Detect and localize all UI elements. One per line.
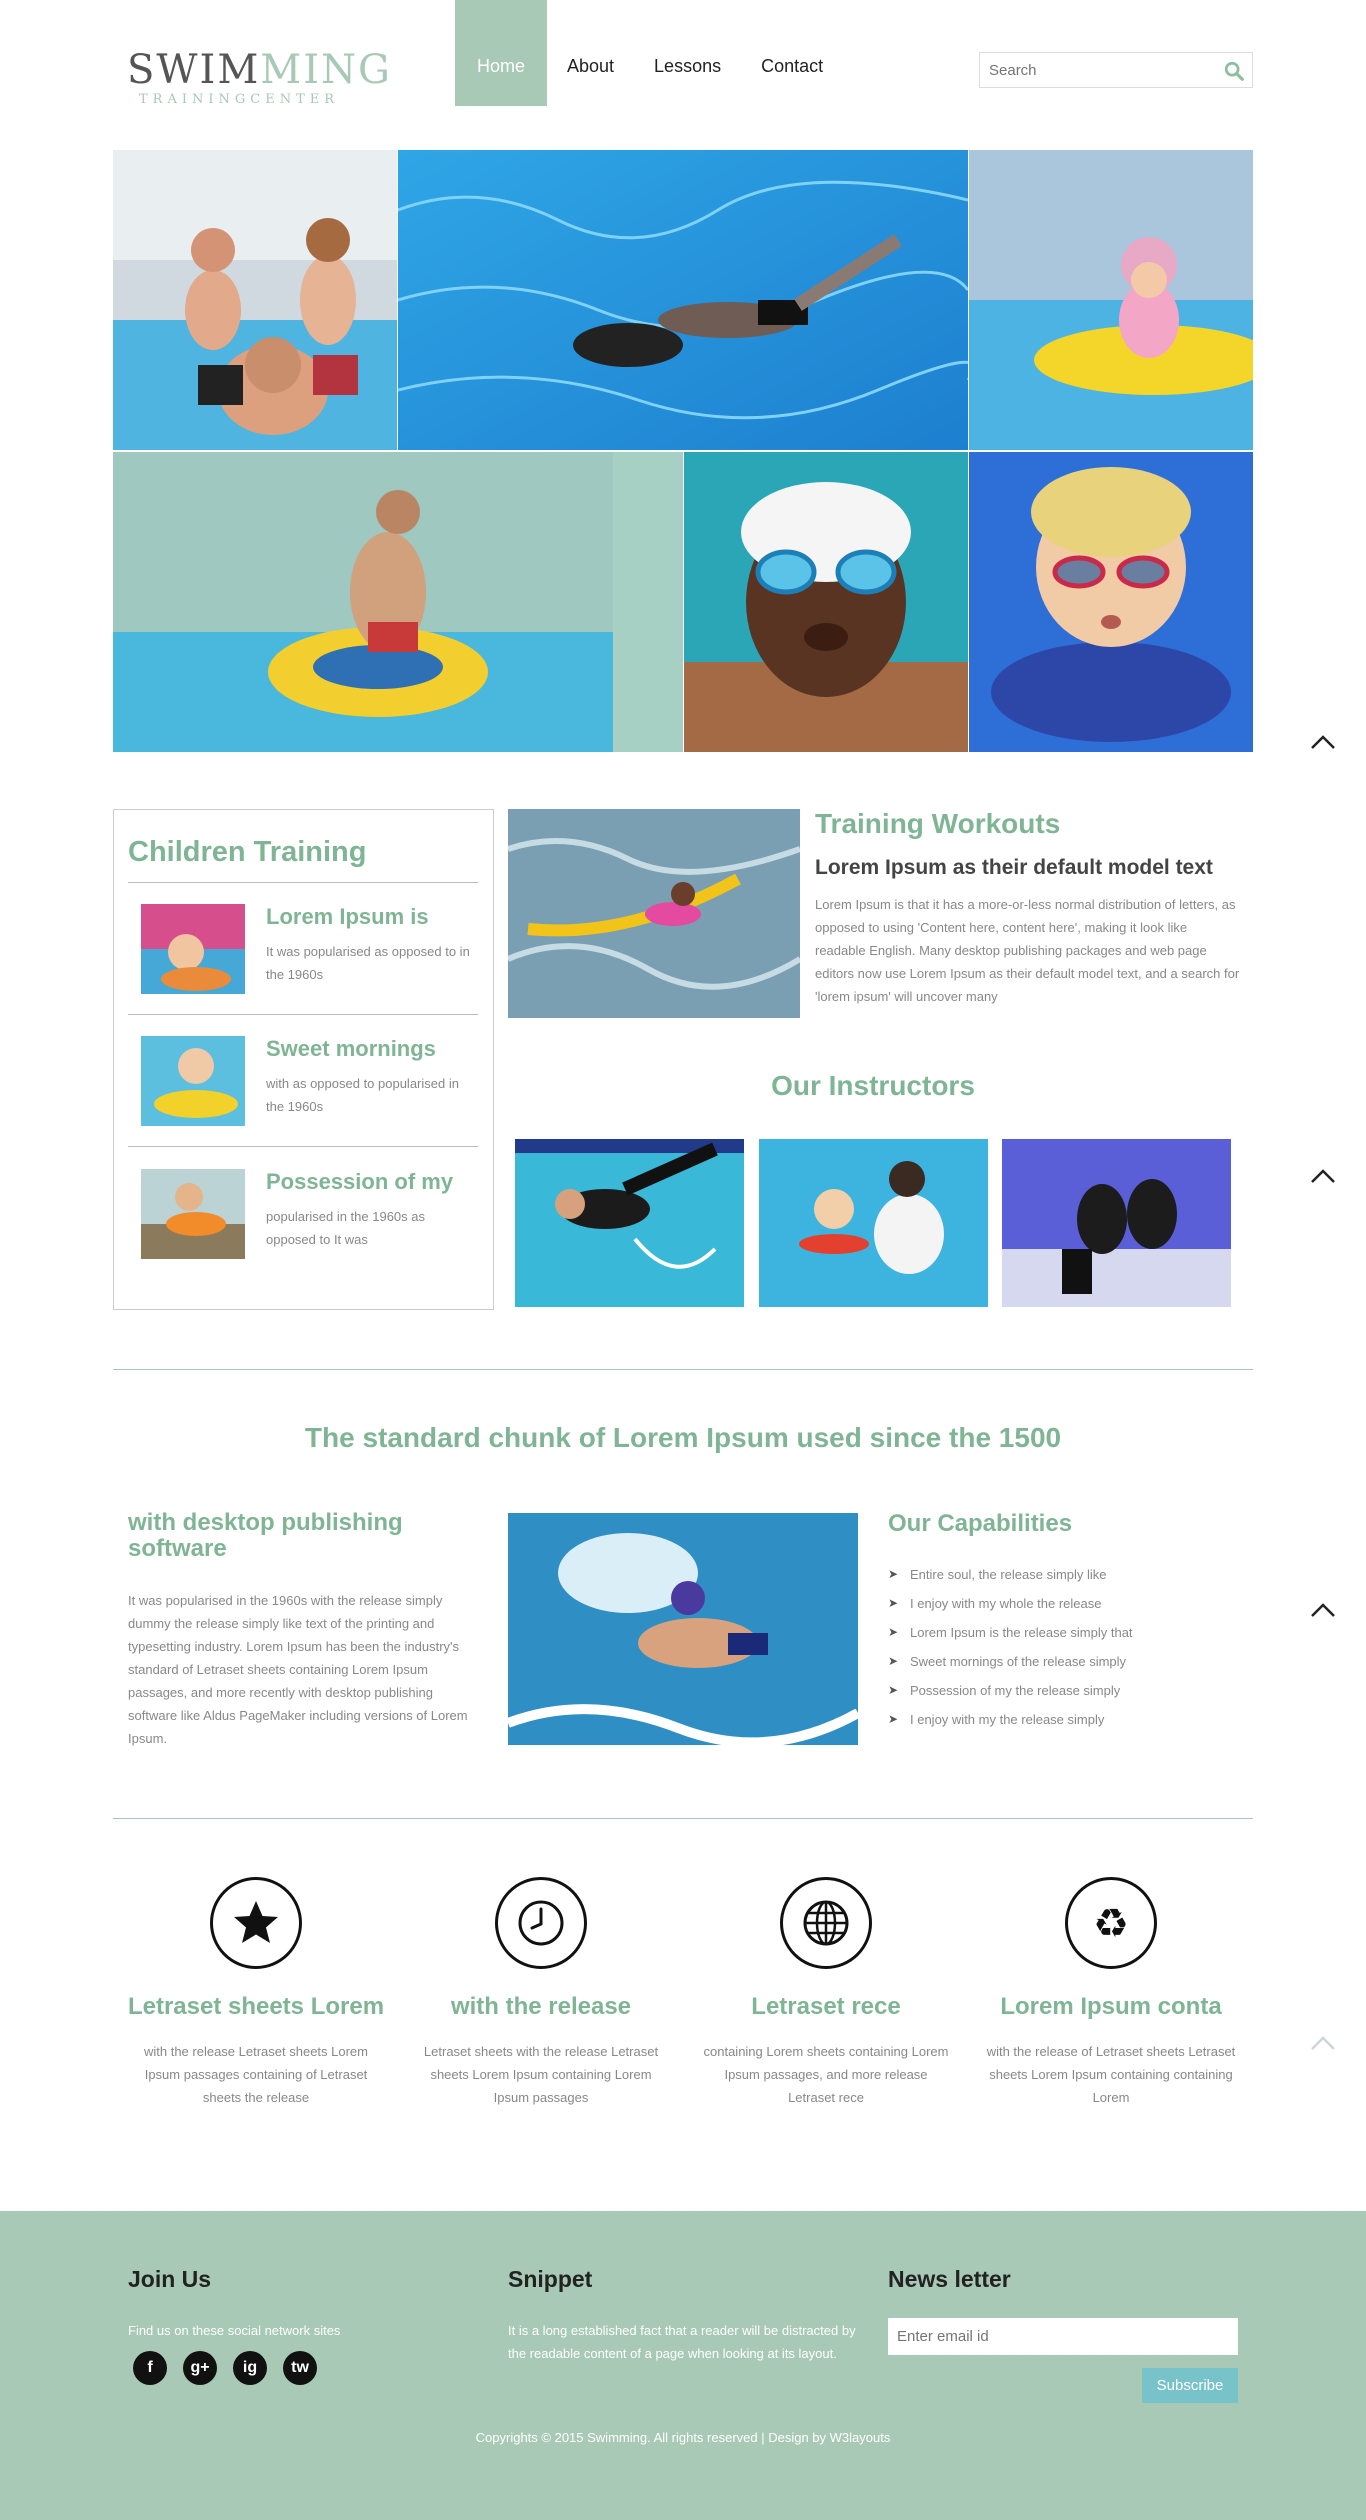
subscribe-button[interactable]: Subscribe bbox=[1142, 2368, 1238, 2403]
feature-card: with the release Letraset sheets with th… bbox=[401, 1877, 681, 2109]
logo-text: SWIMMING bbox=[127, 47, 392, 93]
training-workouts-title: Training Workouts bbox=[815, 808, 1061, 839]
arrow-icon: ➤ bbox=[888, 1596, 899, 1610]
children-thumb-3 bbox=[141, 1169, 245, 1259]
arrow-icon: ➤ bbox=[888, 1567, 899, 1581]
instructors-title: Our Instructors bbox=[771, 1070, 975, 1101]
search-input[interactable] bbox=[980, 53, 1210, 87]
google-plus-icon[interactable]: g+ bbox=[183, 2351, 217, 2385]
standard-title: The standard chunk of Lorem Ipsum used s… bbox=[304, 1422, 1062, 1453]
children-item-text: popularised in the 1960s as opposed to I… bbox=[266, 1209, 426, 1247]
back-to-top-icon[interactable] bbox=[1310, 1168, 1336, 1184]
children-item-title[interactable]: Possession of my bbox=[266, 1169, 453, 1195]
list-item: ➤ Entire soul, the release simply like bbox=[888, 1567, 1107, 1582]
arrow-icon: ➤ bbox=[888, 1712, 899, 1726]
logo[interactable]: SWIMMING TRAININGCENTER bbox=[127, 50, 392, 107]
feature-card: Letraset rece containing Lorem sheets co… bbox=[686, 1877, 966, 2109]
feature-title: with the release bbox=[450, 1993, 632, 2020]
section-divider bbox=[113, 1369, 1253, 1370]
feature-card: Letraset sheets Lorem with the release L… bbox=[116, 1877, 396, 2109]
nav-contact[interactable]: Contact bbox=[741, 0, 843, 106]
email-field[interactable] bbox=[888, 2318, 1238, 2355]
hero-photo-swimmer bbox=[398, 150, 968, 450]
clock-icon bbox=[495, 1877, 587, 1969]
list-item: Lorem Ipsum is It was popularised as opp… bbox=[141, 904, 481, 994]
main-nav: Home About Lessons Contact bbox=[455, 0, 843, 106]
list-item: ➤ Possession of my the release simply bbox=[888, 1683, 1121, 1698]
feature-text: with the release Letraset sheets Lorem I… bbox=[143, 2044, 368, 2105]
arrow-icon: ➤ bbox=[888, 1654, 899, 1668]
children-item-text: with as opposed to popularised in the 19… bbox=[266, 1076, 459, 1114]
divider bbox=[128, 1146, 478, 1147]
children-item-title[interactable]: Lorem Ipsum is bbox=[266, 904, 429, 930]
join-us-text: Find us on these social network sites bbox=[128, 2323, 341, 2338]
section-divider bbox=[113, 1818, 1253, 1819]
snippet-title: Snippet bbox=[508, 2266, 593, 2292]
footer: Join Us Find us on these social network … bbox=[0, 2211, 1366, 2520]
globe-icon bbox=[780, 1877, 872, 1969]
training-workouts-subtitle: Lorem Ipsum as their default model text bbox=[815, 856, 1213, 879]
instagram-icon[interactable]: ig bbox=[233, 2351, 267, 2385]
twitter-icon[interactable]: tw bbox=[283, 2351, 317, 2385]
arrow-icon: ➤ bbox=[888, 1683, 899, 1697]
desktop-publishing-title: with desktop publishing software bbox=[128, 1509, 403, 1562]
feature-text: containing Lorem sheets containing Lorem… bbox=[703, 2044, 949, 2105]
copyright: Copyrights © 2015 Swimming. All rights r… bbox=[475, 2430, 891, 2445]
join-us-title: Join Us bbox=[128, 2266, 212, 2292]
instructor-photo-2 bbox=[759, 1139, 988, 1307]
hero-photo-goggles-boy bbox=[684, 452, 968, 752]
snippet-text: It is a long established fact that a rea… bbox=[508, 2323, 856, 2361]
feature-title: Lorem Ipsum conta bbox=[1000, 1993, 1222, 2020]
newsletter-title: News letter bbox=[888, 2266, 1011, 2292]
header: SWIMMING TRAININGCENTER Home About Lesso… bbox=[113, 0, 1253, 150]
svg-text:♻: ♻ bbox=[1093, 1901, 1129, 1947]
list-item: ➤ I enjoy with my whole the release bbox=[888, 1596, 1102, 1611]
hero-photo-family bbox=[113, 150, 397, 450]
desktop-publishing-text: It was popularised in the 1960s with the… bbox=[128, 1593, 468, 1746]
search-box bbox=[979, 52, 1253, 88]
capabilities-title: Our Capabilities bbox=[888, 1510, 1073, 1537]
feature-title: Letraset rece bbox=[751, 1993, 901, 2020]
children-thumb-2 bbox=[141, 1036, 245, 1126]
nav-lessons[interactable]: Lessons bbox=[634, 0, 741, 106]
feature-text: with the release of Letraset sheets Letr… bbox=[986, 2044, 1236, 2105]
recycle-icon: ♻ bbox=[1065, 1877, 1157, 1969]
back-to-top-icon[interactable] bbox=[1310, 1602, 1336, 1618]
hero-photo-man-tube bbox=[113, 452, 683, 752]
list-item: ➤ Sweet mornings of the release simply bbox=[888, 1654, 1127, 1669]
hero-photo-toddler-float bbox=[969, 150, 1253, 450]
logo-subtitle: TRAININGCENTER bbox=[139, 92, 340, 107]
facebook-icon[interactable]: f bbox=[133, 2351, 167, 2385]
social-links: f g+ ig tw bbox=[133, 2351, 333, 2385]
feature-text: Letraset sheets with the release Letrase… bbox=[423, 2044, 659, 2105]
instructor-photo-3 bbox=[1002, 1139, 1231, 1307]
feature-card: ♻ Lorem Ipsum conta with the release of … bbox=[971, 1877, 1251, 2109]
nav-about[interactable]: About bbox=[547, 0, 634, 106]
training-workouts-photo bbox=[508, 809, 800, 1018]
back-to-top-icon[interactable] bbox=[1310, 734, 1336, 750]
children-thumb-1 bbox=[141, 904, 245, 994]
training-workouts-text: Lorem Ipsum is that it has a more-or-les… bbox=[815, 897, 1240, 1004]
arrow-icon: ➤ bbox=[888, 1625, 899, 1639]
feature-title: Letraset sheets Lorem bbox=[127, 1993, 385, 2020]
search-icon[interactable] bbox=[1223, 60, 1245, 82]
list-item: Possession of my popularised in the 1960… bbox=[141, 1169, 481, 1259]
list-item: ➤ Lorem Ipsum is the release simply that bbox=[888, 1625, 1133, 1640]
butterfly-swimmer-photo bbox=[508, 1513, 858, 1745]
list-item: Sweet mornings with as opposed to popula… bbox=[141, 1036, 481, 1126]
back-to-top-icon[interactable] bbox=[1310, 2035, 1336, 2051]
instructor-photo-1 bbox=[515, 1139, 744, 1307]
children-training-panel: Children Training Lorem Ipsum is It was … bbox=[113, 809, 494, 1310]
children-training-title: Children Training bbox=[128, 836, 367, 868]
list-item: ➤ I enjoy with my the release simply bbox=[888, 1712, 1105, 1727]
divider bbox=[128, 882, 478, 883]
hero-photo-blond-boy bbox=[969, 452, 1253, 752]
capabilities-list: ➤ Entire soul, the release simply like ➤ I… bbox=[888, 1567, 1133, 1741]
children-item-text: It was popularised as opposed to in the … bbox=[266, 944, 470, 982]
nav-home[interactable]: Home bbox=[455, 0, 547, 106]
divider bbox=[128, 1014, 478, 1015]
star-icon bbox=[210, 1877, 302, 1969]
children-item-title[interactable]: Sweet mornings bbox=[266, 1036, 436, 1062]
